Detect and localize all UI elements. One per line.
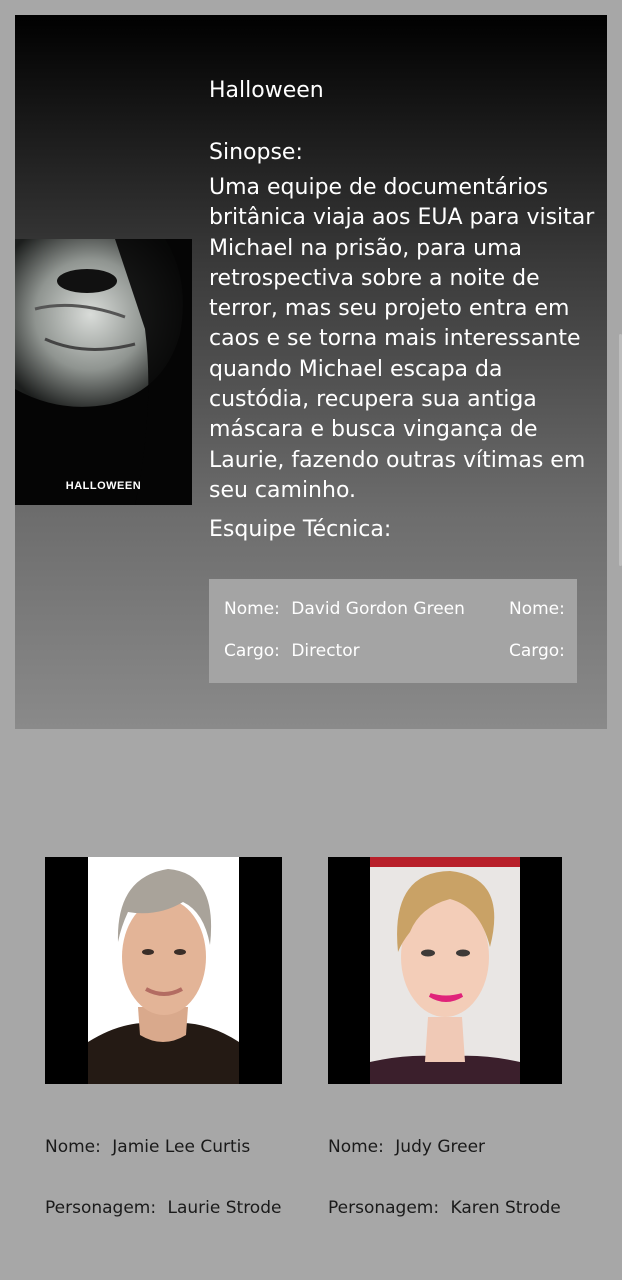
poster-mask-icon — [15, 239, 192, 505]
crew-role-row: Cargo: S — [509, 641, 577, 661]
crew-name-value: David Gordon Green — [291, 599, 465, 619]
crew-name-label: Nome: — [224, 599, 280, 619]
crew-carousel[interactable]: Nome: David Gordon Green Cargo: Director… — [209, 579, 577, 683]
crew-label: Esquipe Técnica: — [209, 517, 392, 543]
crew-role-row: Cargo: Director — [224, 641, 360, 661]
cast-photo — [328, 857, 562, 1084]
crew-name-label: Nome: — [509, 599, 565, 619]
cast-character-value: Karen Strode — [450, 1198, 561, 1218]
movie-info: Halloween Sinopse: Uma equipe de documen… — [209, 75, 601, 546]
crew-name-row: Nome: David Gordon Green — [224, 599, 465, 619]
cast-character-label: Personagem: — [45, 1198, 157, 1218]
crew-role-value: Director — [291, 641, 360, 661]
portrait-short-gray-hair-icon — [88, 857, 239, 1084]
crew-name-row: Nome: — [509, 599, 571, 619]
cast-character-label: Personagem: — [328, 1198, 440, 1218]
cast-character-row: Personagem: Laurie Strode — [45, 1198, 281, 1218]
cast-card[interactable]: Nome: Jamie Lee Curtis Personagem: Lauri… — [45, 857, 282, 1218]
movie-poster[interactable]: HALLOWEEN — [15, 239, 192, 505]
crew-role-value: S — [576, 641, 577, 661]
portrait-blonde-updo-icon — [370, 857, 520, 1084]
movie-title: Halloween — [209, 78, 324, 103]
cast-name-value: Jamie Lee Curtis — [112, 1137, 251, 1157]
synopsis-text: Uma equipe de documentários britânica vi… — [209, 175, 595, 503]
cast-name-label: Nome: — [328, 1137, 384, 1157]
cast-name-label: Nome: — [45, 1137, 101, 1157]
cast-name-value: Judy Greer — [395, 1137, 486, 1157]
cast-name-row: Nome: Jamie Lee Curtis — [45, 1137, 250, 1157]
cast-photo — [45, 857, 282, 1084]
cast-character-row: Personagem: Karen Strode — [328, 1198, 561, 1218]
poster-title: HALLOWEEN — [65, 480, 142, 492]
cast-card[interactable]: Nome: Judy Greer Personagem: Karen Strod… — [328, 857, 562, 1218]
crew-role-label: Cargo: — [224, 641, 280, 661]
synopsis-label: Sinopse: — [209, 140, 303, 165]
crew-role-label: Cargo: — [509, 641, 565, 661]
cast-name-row: Nome: Judy Greer — [328, 1137, 485, 1157]
cast-character-value: Laurie Strode — [167, 1198, 282, 1218]
